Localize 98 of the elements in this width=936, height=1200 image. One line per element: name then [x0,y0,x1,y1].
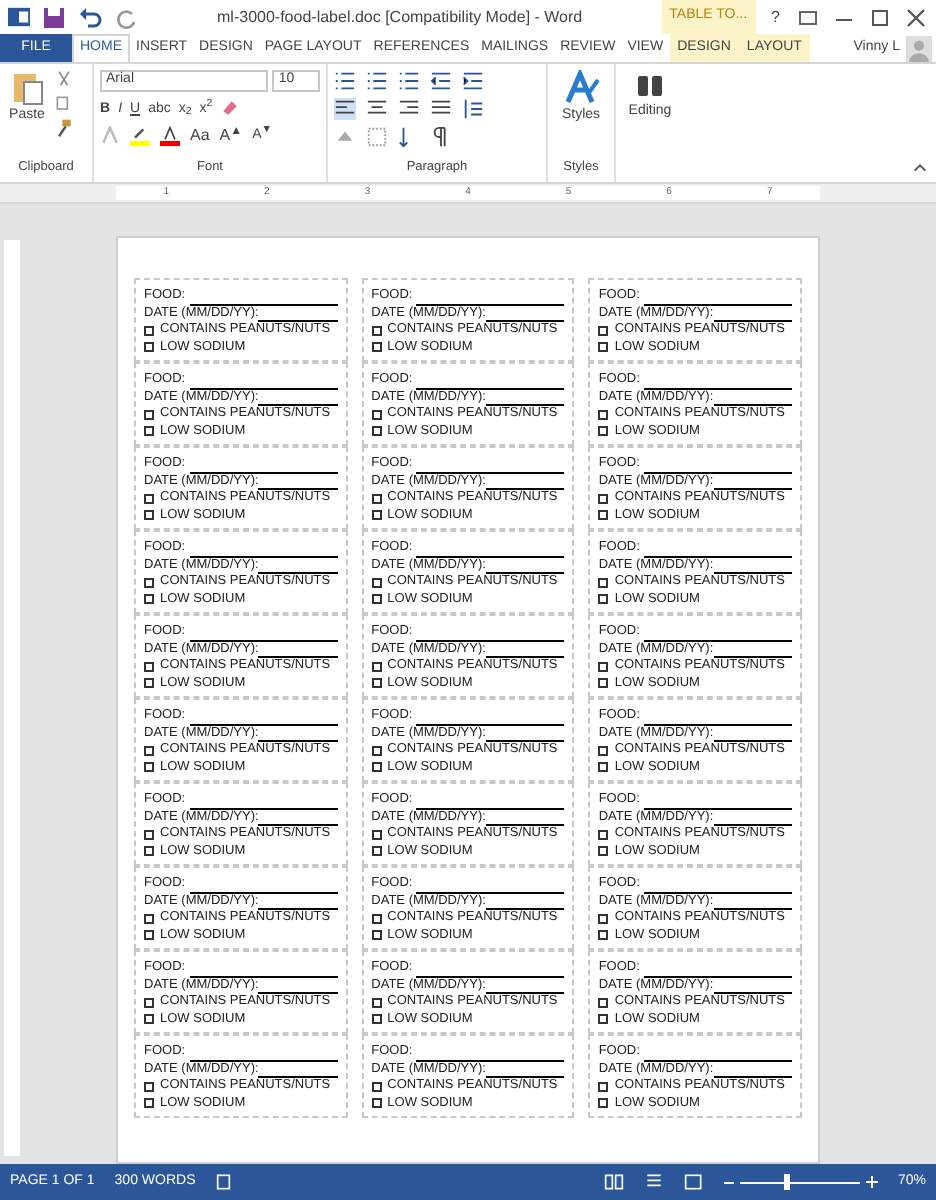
checkbox[interactable] [144,1081,154,1092]
checkbox[interactable] [144,1014,154,1025]
eraser-icon[interactable] [220,98,241,118]
font-color-icon[interactable] [160,126,180,146]
checkbox[interactable] [144,913,154,924]
checkbox[interactable] [144,930,154,941]
highlighter-icon[interactable] [130,126,150,146]
checkbox[interactable] [144,342,154,353]
checkbox[interactable] [598,493,609,504]
checkbox[interactable] [144,997,154,1008]
checkbox[interactable] [598,577,609,588]
undo-icon[interactable] [78,5,102,29]
cut-icon[interactable] [54,70,74,90]
increase-indent-icon[interactable] [462,70,484,92]
checkbox[interactable] [371,325,382,336]
checkbox[interactable] [371,594,382,605]
align-left-icon[interactable] [334,98,356,120]
checkbox[interactable] [371,913,382,924]
checkbox[interactable] [598,409,609,420]
checkbox[interactable] [371,493,382,504]
ribbon-display-icon[interactable] [796,5,820,29]
checkbox[interactable] [371,426,382,437]
checkbox[interactable] [371,930,382,941]
change-case-button[interactable]: Aa [190,124,210,148]
checkbox[interactable] [371,846,382,857]
line-spacing-icon[interactable] [462,98,484,120]
checkbox[interactable] [598,745,609,756]
list-icon[interactable] [366,70,388,92]
checkbox[interactable] [598,1098,609,1109]
checkbox[interactable] [598,594,609,605]
justify-icon[interactable] [430,98,452,120]
checkbox[interactable] [371,342,382,353]
print-layout-icon[interactable] [643,1172,664,1192]
web-layout-icon[interactable] [683,1172,704,1192]
checkbox[interactable] [371,829,382,840]
checkbox[interactable] [371,1098,382,1109]
binoculars-icon [634,70,666,102]
checkbox[interactable] [598,846,609,857]
checkbox[interactable] [598,661,609,672]
checkbox[interactable] [144,594,154,605]
zoom-slider-thumb[interactable] [784,1174,791,1190]
proofing-icon[interactable] [215,1172,236,1192]
checkbox[interactable] [598,426,609,437]
zoom-slider[interactable] [739,1174,860,1190]
checkbox[interactable] [371,1014,382,1025]
checkbox[interactable] [598,913,609,924]
checkbox[interactable] [144,829,154,840]
checkbox[interactable] [598,1014,609,1025]
checkbox[interactable] [144,661,154,672]
align-center-icon[interactable] [366,98,388,120]
checkbox[interactable] [144,325,154,336]
read-mode-icon[interactable] [603,1172,624,1192]
checkbox[interactable] [144,577,154,588]
styles-icon [563,70,599,106]
checkbox[interactable] [144,510,154,521]
list-icon[interactable] [334,70,356,92]
checkbox[interactable] [598,678,609,689]
checkbox[interactable] [144,1098,154,1109]
list-icon[interactable] [398,70,420,92]
checkbox[interactable] [598,829,609,840]
checkbox[interactable] [598,1081,609,1092]
checkbox[interactable] [598,510,609,521]
checkbox[interactable] [598,762,609,773]
window-title: ml-3000-food-label.doc [Compatibility Mode] - Word [215,5,585,29]
checkbox[interactable] [144,426,154,437]
checkbox[interactable] [598,342,609,353]
checkbox[interactable] [144,762,154,773]
checkbox[interactable] [371,678,382,689]
checkbox[interactable] [371,745,382,756]
checkbox[interactable] [144,409,154,420]
redo-icon[interactable] [114,5,138,29]
checkbox[interactable] [371,762,382,773]
format-painter-icon[interactable] [54,118,74,138]
save-icon[interactable] [42,5,66,29]
checkbox[interactable] [371,409,382,420]
checkbox[interactable] [371,510,382,521]
word-logo-icon [8,6,30,28]
checkbox[interactable] [144,745,154,756]
align-right-icon[interactable] [398,98,420,120]
checkbox[interactable] [371,997,382,1008]
checkbox[interactable] [144,846,154,857]
checkbox[interactable] [598,997,609,1008]
checkbox[interactable] [144,493,154,504]
help-button[interactable]: ? [767,5,784,29]
grow-font-button[interactable]: A$^{▲}$ [219,124,243,148]
maximize-icon[interactable] [868,5,892,29]
checkbox[interactable] [598,325,609,336]
checkbox[interactable] [371,1081,382,1092]
clipboard-icon [11,70,43,106]
checkbox[interactable] [598,930,609,941]
zoom-in-icon[interactable] [865,1176,878,1188]
checkbox[interactable] [371,661,382,672]
decrease-indent-icon[interactable] [430,70,452,92]
collapse-ribbon-icon[interactable] [912,160,928,176]
checkbox[interactable] [144,678,154,689]
pilcrow-icon[interactable] [430,126,452,148]
checkbox[interactable] [371,577,382,588]
close-icon[interactable] [904,5,928,29]
